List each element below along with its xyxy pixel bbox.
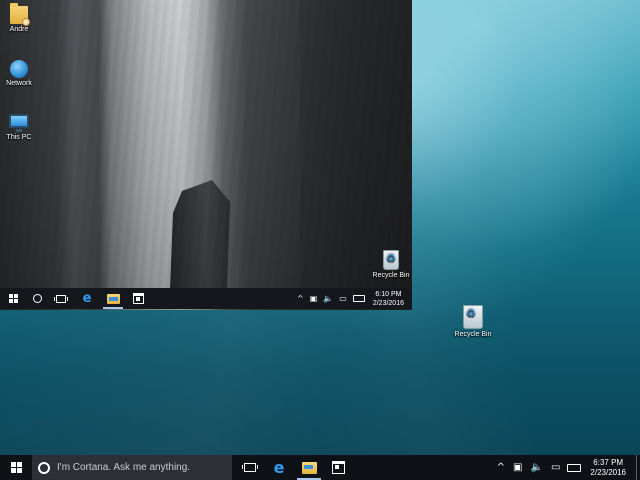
edge-icon: e [82,291,92,306]
clock-time: 6:37 PM [593,457,624,467]
embedded-taskbar: e ^ ▣ 🔈 ▭ 6:10 PM 2/23/2016 [0,288,412,309]
clock[interactable]: 6:10 PM 2/23/2016 [373,290,404,308]
desktop-icon-label: This PC [6,134,32,141]
cortana-icon [38,461,50,474]
desktop-icon-network[interactable]: Network [0,60,41,88]
start-button[interactable] [0,455,32,480]
cortana-search-box[interactable]: I'm Cortana. Ask me anything. [32,455,232,480]
message-icon[interactable]: ▭ [551,462,560,473]
clock-date: 2/23/2016 [590,467,626,477]
chevron-up-icon[interactable]: ^ [297,294,304,304]
volume-icon[interactable]: 🔈 [531,462,543,473]
user-folder-icon [10,3,30,26]
clock-date: 2/23/2016 [372,299,404,307]
action-center-icon[interactable]: ▣ [310,294,318,304]
edge-icon: e [273,457,285,477]
message-icon[interactable]: ▭ [339,294,347,304]
start-icon [10,462,22,473]
clock-time: 6:10 PM [375,290,402,298]
chevron-up-icon[interactable]: ^ [497,462,505,473]
start-icon [8,294,18,303]
clock[interactable]: 6:37 PM 2/23/2016 [590,458,626,478]
cliff-texture [0,0,412,310]
file-explorer-button[interactable] [100,288,126,309]
store-button[interactable] [126,288,150,309]
store-icon [331,461,345,474]
file-explorer-button[interactable] [294,455,324,480]
file-explorer-icon [106,293,120,304]
task-view-button[interactable] [236,455,264,480]
desktop-icon-label: Network [6,80,32,87]
system-tray: ^ ▣ 🔈 ▭ 6:37 PM 2/23/2016 [493,455,640,480]
desktop-icon-andre[interactable]: Andre [0,3,41,34]
desktop-icon-label: Recycle Bin [454,331,492,338]
desktop-icon-recycle-bin[interactable]: Recycle Bin [450,305,496,339]
cortana-button[interactable] [26,288,48,309]
volume-icon[interactable]: 🔈 [323,294,333,304]
keyboard-icon[interactable] [352,295,365,302]
recycle-bin-icon [383,250,399,270]
desktop-icon-recycle-bin[interactable]: Recycle Bin [369,250,412,280]
store-button[interactable] [324,455,352,480]
task-view-icon [54,294,68,303]
cortana-placeholder: I'm Cortana. Ask me anything. [57,462,191,473]
taskbar: I'm Cortana. Ask me anything. e ^ ▣ 🔈 ▭ … [0,455,640,480]
edge-button[interactable]: e [74,288,100,309]
keyboard-icon[interactable] [567,463,582,472]
network-icon [10,60,28,78]
show-desktop-button[interactable] [636,455,640,480]
edge-button[interactable]: e [264,455,294,480]
desktop-icon-label: Andre [9,26,29,33]
task-view-icon [242,463,258,472]
task-view-button[interactable] [48,288,74,309]
desktop-icon-this-pc[interactable]: This PC [0,114,41,142]
file-explorer-icon [301,461,317,474]
cortana-icon [32,294,42,303]
action-center-icon[interactable]: ▣ [513,462,522,473]
start-button[interactable] [0,288,26,309]
system-tray: ^ ▣ 🔈 ▭ 6:10 PM 2/23/2016 [294,288,412,309]
this-pc-icon [9,114,29,132]
recycle-bin-icon [463,305,483,329]
desktop-icon-label: Recycle Bin [372,272,410,279]
embedded-screenshot: Andre Network This PC Recycle Bin e [0,0,412,310]
store-icon [132,293,144,304]
